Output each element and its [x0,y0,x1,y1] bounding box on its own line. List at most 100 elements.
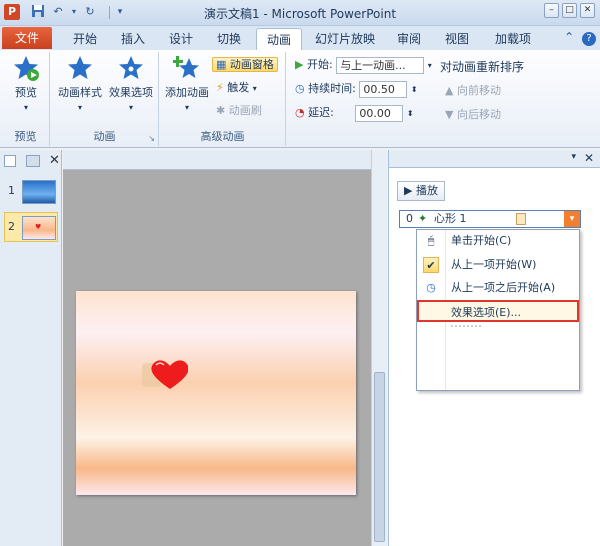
heart-shape[interactable] [142,355,189,393]
animation-star-icon: ✦ [418,212,428,225]
tab-design[interactable]: 设计 [158,28,204,50]
dialog-launcher-icon[interactable]: ↘ [148,134,155,143]
group-label-advanced-animation: 高级动画 [200,130,245,143]
minimize-button[interactable]: – [544,3,559,18]
add-animation-button[interactable]: 添加动画 ▾ [162,54,212,113]
mouse-icon: 🖱 [427,234,435,247]
animation-pane-button[interactable]: ▦ 动画窗格 [212,56,278,74]
clock-icon: ◷ [426,281,436,294]
menu-item-start-on-click[interactable]: 🖱 单击开始(C) [417,230,579,252]
add-animation-star-icon [173,56,199,78]
start-select[interactable]: 与上一动画... [336,56,425,74]
animation-painter-button[interactable]: ✱ 动画刷 [216,102,262,120]
tab-transitions[interactable]: 切换 [206,28,252,50]
slide-thumbnail-1[interactable] [22,180,56,204]
ribbon: 预览 ▾ 预览 动画样式 ▾ 效果选项 ▾ 动画 ↘ 添加动画 ▾ ▦ 动画窗格… [0,50,600,148]
animation-context-menu: 🖱 单击开始(C) ✔ 从上一项开始(W) ◷ 从上一项之后开始(A) 效果选项… [416,229,580,391]
menu-item-start-with-previous[interactable]: ✔ 从上一项开始(W) [417,254,579,276]
tab-review[interactable]: 审阅 [386,28,432,50]
duration-clock-icon: ◷ [295,82,305,95]
animation-styles-star-icon [68,56,92,79]
scrollbar-thumb[interactable] [374,372,385,542]
check-icon: ✔ [423,257,439,273]
heart-icon [142,360,189,389]
group-timing: ▶ 开始: 与上一动画... ▾ ◷ 持续时间: 00.50 ⬍ ◔ 延迟: 0… [287,52,598,146]
tab-home[interactable]: 开始 [62,28,108,50]
ribbon-help-controls: ⌃ ? [564,30,596,46]
animation-item-dropdown-icon[interactable]: ▾ [564,211,580,227]
duration-spinner-icon[interactable]: ⬍ [411,85,418,94]
start-row: ▶ 开始: 与上一动画... ▾ [295,56,432,74]
trigger-button[interactable]: ⚡ 触发 ▾ [216,79,257,97]
duration-row: ◷ 持续时间: 00.50 ⬍ [295,80,418,98]
group-advanced-animation: 添加动画 ▾ ▦ 动画窗格 ⚡ 触发 ▾ ✱ 动画刷 高级动画 [160,52,286,146]
close-animation-pane-icon[interactable]: ✕ [584,151,594,165]
group-label-animation: 动画 [93,130,116,143]
help-icon[interactable]: ? [582,32,596,46]
effect-options-dropdown-icon: ▾ [128,103,133,112]
tab-view[interactable]: 视图 [434,28,480,50]
delay-row: ◔ 延迟: 00.00 ⬍ [295,104,414,122]
play-icon: ▶ [404,184,413,197]
animation-list-item[interactable]: 0 ✦ 心形 1 ▾ [399,210,581,228]
slides-pane: ✕ 1 2 ♥ [0,150,62,546]
tab-insert[interactable]: 插入 [110,28,156,50]
reorder-title: 对动画重新排序 [440,60,525,74]
slide-editor [63,150,371,546]
title-bar: P ↶ ▾ ↻ ▾ 演示文稿1 - Microsoft PowerPoint –… [0,0,600,26]
window-title: 演示文稿1 - Microsoft PowerPoint [203,7,397,21]
tab-file[interactable]: 文件 [2,27,52,49]
preview-dropdown-icon: ▾ [23,103,28,112]
delay-input[interactable]: 00.00 [355,104,404,122]
maximize-button[interactable]: □ [562,3,577,18]
animation-timeline-bar [516,213,526,225]
outline-tab-icon[interactable] [25,155,40,167]
effect-options-star-icon [119,56,143,79]
menu-clipped-item [451,325,481,328]
animation-index: 0 [406,212,413,225]
tab-animations[interactable]: 动画 [256,28,302,50]
trigger-lightning-icon: ⚡ [216,81,224,94]
animation-pane-header: ▾ ✕ [389,150,600,168]
move-later-arrow-icon: ▼ [445,108,454,121]
editor-vertical-scrollbar[interactable] [371,150,387,546]
play-button[interactable]: ▶ 播放 [397,181,445,201]
move-earlier-button[interactable]: ▲ 向前移动 [445,82,501,100]
slide-thumbnail-heart-icon: ♥ [35,223,42,231]
preview-star-icon [14,56,39,81]
group-label-preview: 预览 [14,130,37,143]
current-slide[interactable] [76,291,356,495]
duration-input[interactable]: 00.50 [359,80,408,98]
move-later-button[interactable]: ▼ 向后移动 [445,106,501,124]
ribbon-tabs: 文件 开始 插入 设计 切换 动画 幻灯片放映 审阅 视图 加载项 ⌃ ? [0,26,600,50]
close-window-button[interactable]: ✕ [580,3,595,18]
pane-options-dropdown-icon[interactable]: ▾ [571,152,576,162]
menu-item-effect-options[interactable]: 效果选项(E)... [417,300,579,322]
add-animation-dropdown-icon: ▾ [184,103,189,112]
animation-styles-dropdown-icon: ▾ [77,103,82,112]
animation-painter-icon: ✱ [216,104,226,117]
close-slides-pane-icon[interactable]: ✕ [49,153,60,168]
editor-header [63,150,371,170]
move-earlier-arrow-icon: ▲ [445,84,454,97]
slide-thumbnail-2[interactable]: ♥ [22,216,56,240]
start-dropdown-icon[interactable]: ▾ [428,61,432,70]
tab-addins[interactable]: 加载项 [484,28,542,50]
effect-options-button[interactable]: 效果选项 ▾ [105,54,157,113]
menu-item-start-after-previous[interactable]: ◷ 从上一项之后开始(A) [417,277,579,299]
group-preview: 预览 ▾ 预览 [2,52,50,146]
delay-clock-icon: ◔ [295,106,305,119]
start-play-icon: ▶ [295,58,304,71]
preview-button[interactable]: 预览 ▾ [6,54,46,113]
collapse-ribbon-icon[interactable]: ⌃ [564,30,574,44]
tab-slideshow[interactable]: 幻灯片放映 [308,28,382,50]
slides-tab-icon[interactable] [4,155,16,167]
slide-number-2: 2 [8,220,15,233]
animation-pane-icon: ▦ [216,58,227,71]
slides-pane-tabs: ✕ [4,153,60,169]
delay-spinner-icon[interactable]: ⬍ [407,109,414,118]
group-animation: 动画样式 ▾ 效果选项 ▾ 动画 ↘ [51,52,159,146]
animation-styles-button[interactable]: 动画样式 ▾ [53,54,107,113]
slide-number-1: 1 [8,184,15,197]
animation-item-name: 心形 1 [434,212,467,225]
